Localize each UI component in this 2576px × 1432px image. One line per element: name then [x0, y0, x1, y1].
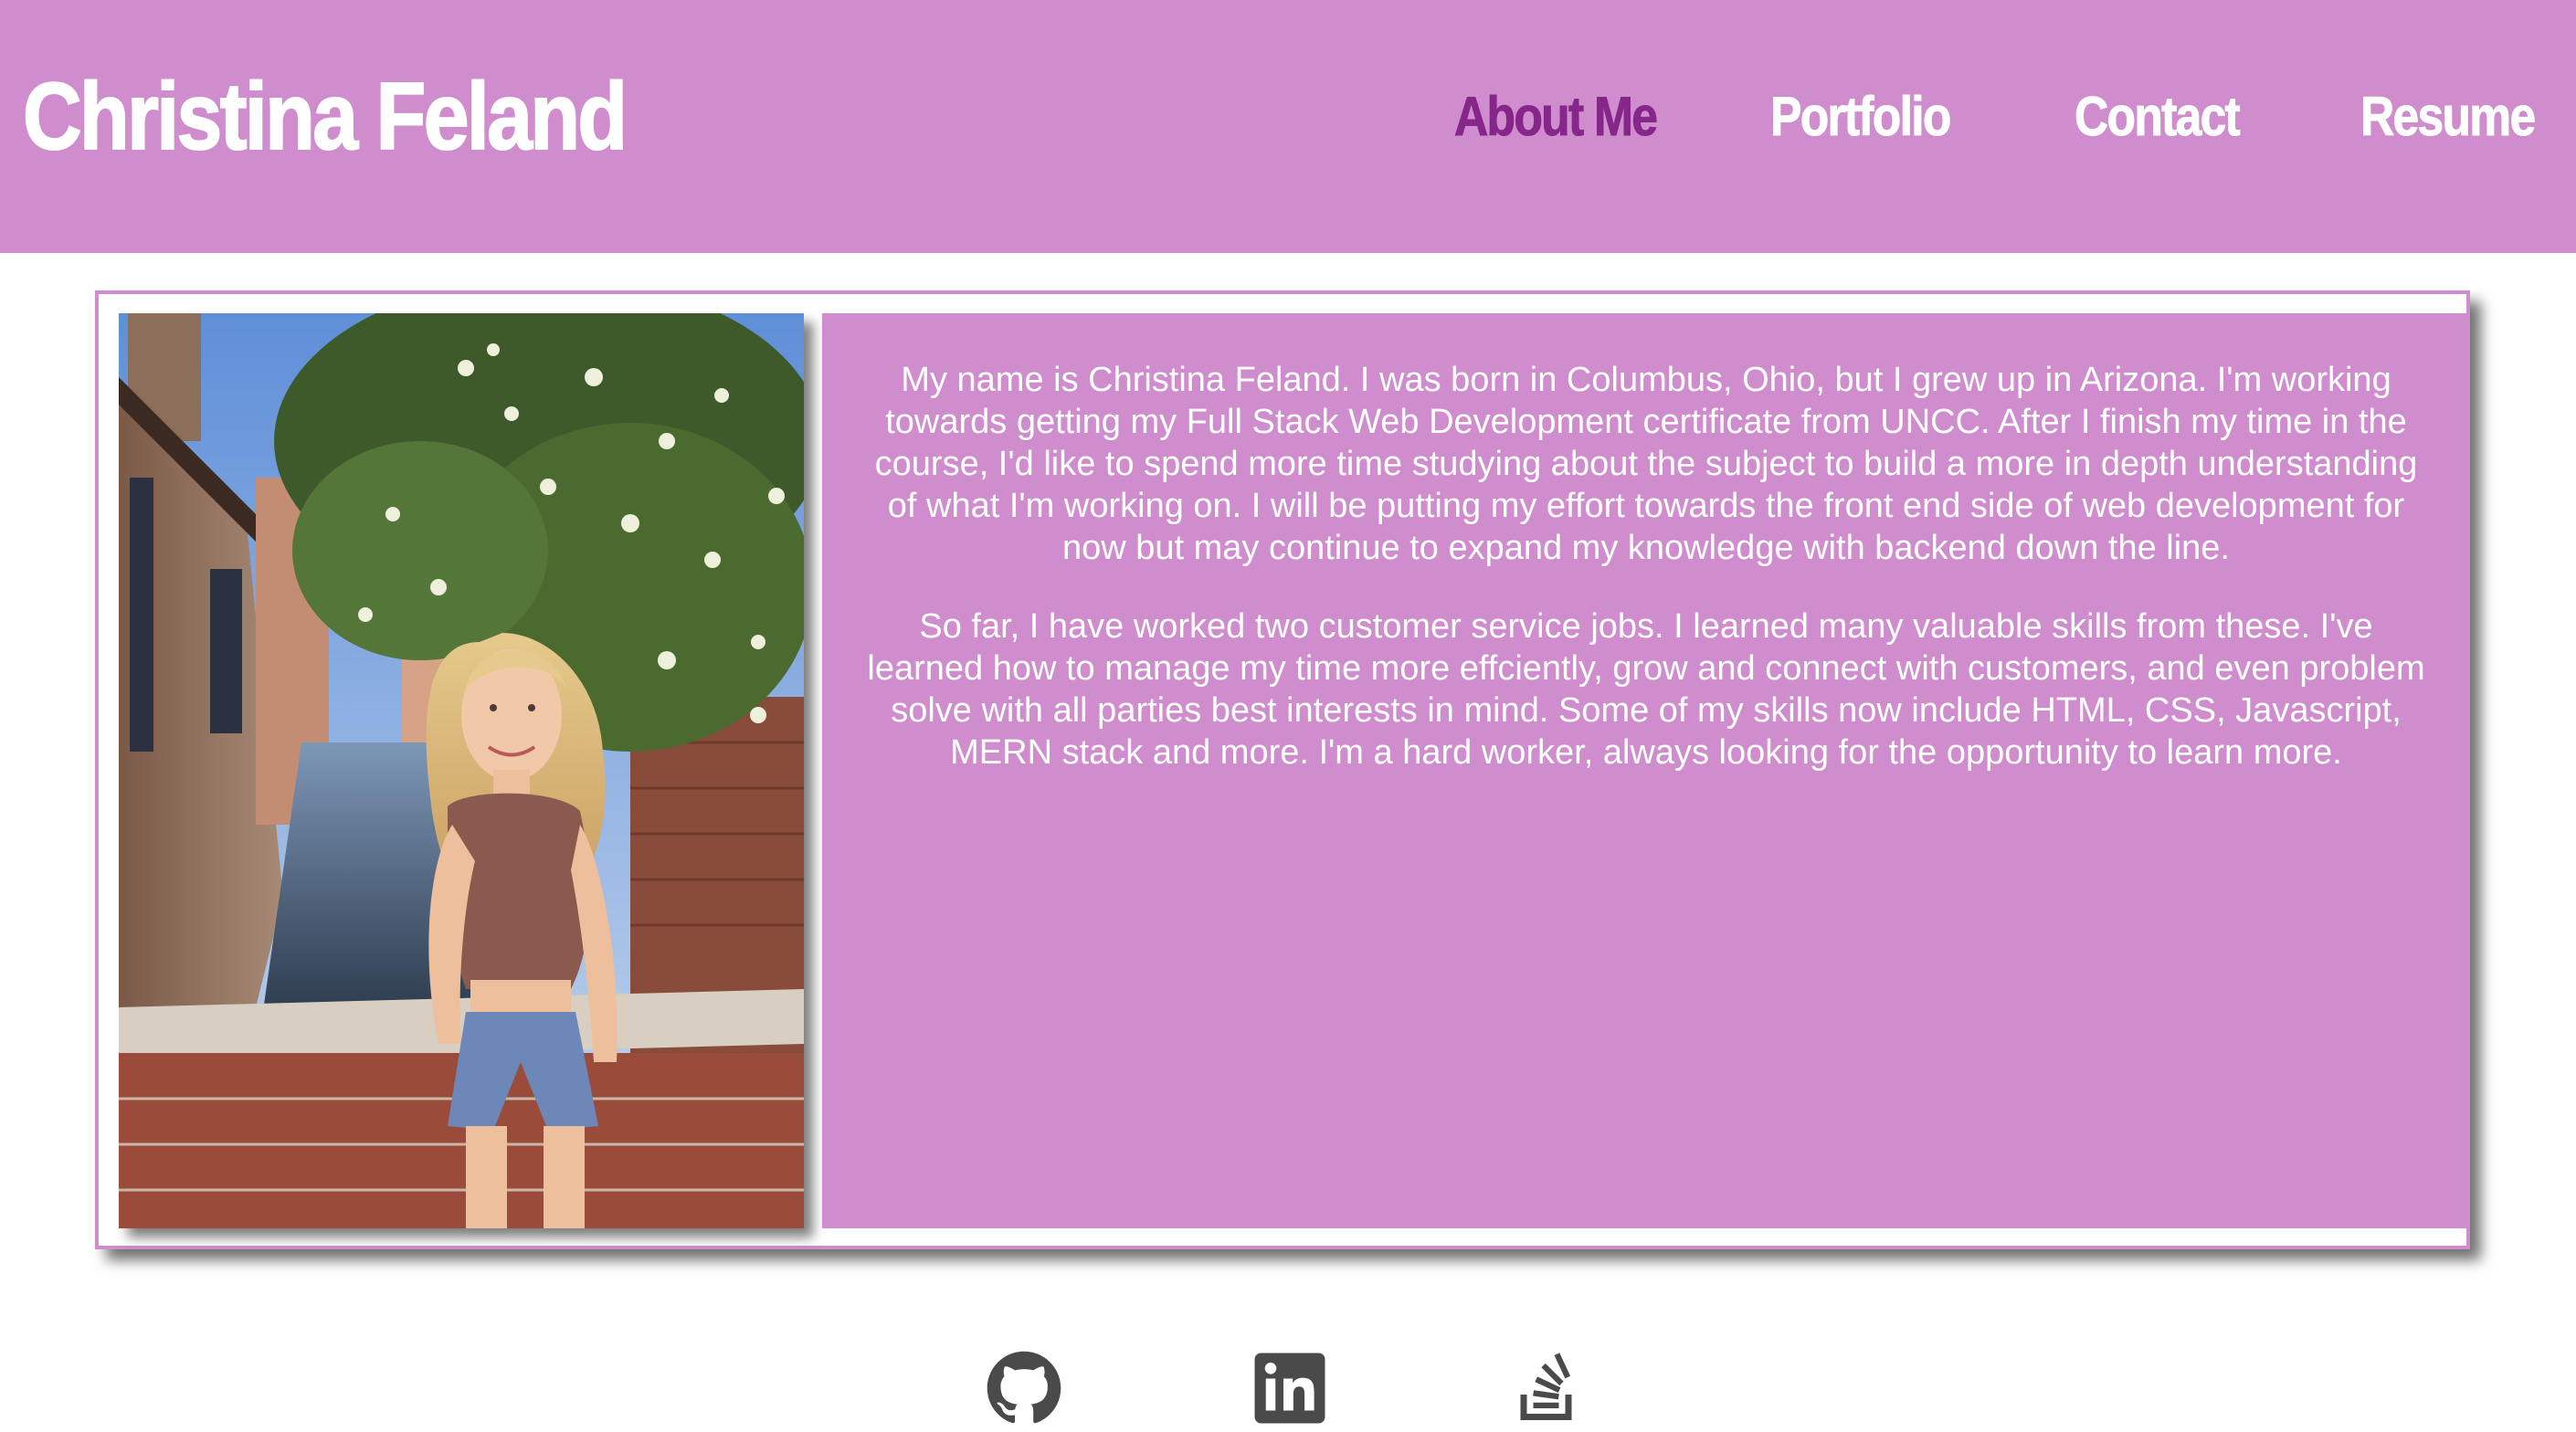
main-nav: About Me Portfolio Contact Resume	[0, 80, 2576, 153]
github-icon[interactable]	[986, 1350, 1062, 1427]
nav-about-me[interactable]: About Me	[1454, 80, 1659, 153]
site-header: Christina Feland About Me Portfolio Cont…	[0, 0, 2576, 253]
nav-contact[interactable]: Contact	[2075, 80, 2242, 153]
about-card: My name is Christina Feland. I was born …	[95, 290, 2470, 1249]
bio-panel: My name is Christina Feland. I was born …	[822, 313, 2470, 1228]
site-footer	[0, 1333, 2576, 1432]
linkedin-icon[interactable]	[1251, 1350, 1328, 1427]
stackoverflow-icon[interactable]	[1511, 1350, 1588, 1427]
nav-resume[interactable]: Resume	[2360, 80, 2537, 153]
profile-photo	[119, 313, 804, 1228]
bio-paragraph-2: So far, I have worked two customer servi…	[867, 607, 2425, 772]
nav-portfolio[interactable]: Portfolio	[1770, 80, 1952, 153]
bio-paragraph-1: My name is Christina Feland. I was born …	[874, 361, 2418, 567]
